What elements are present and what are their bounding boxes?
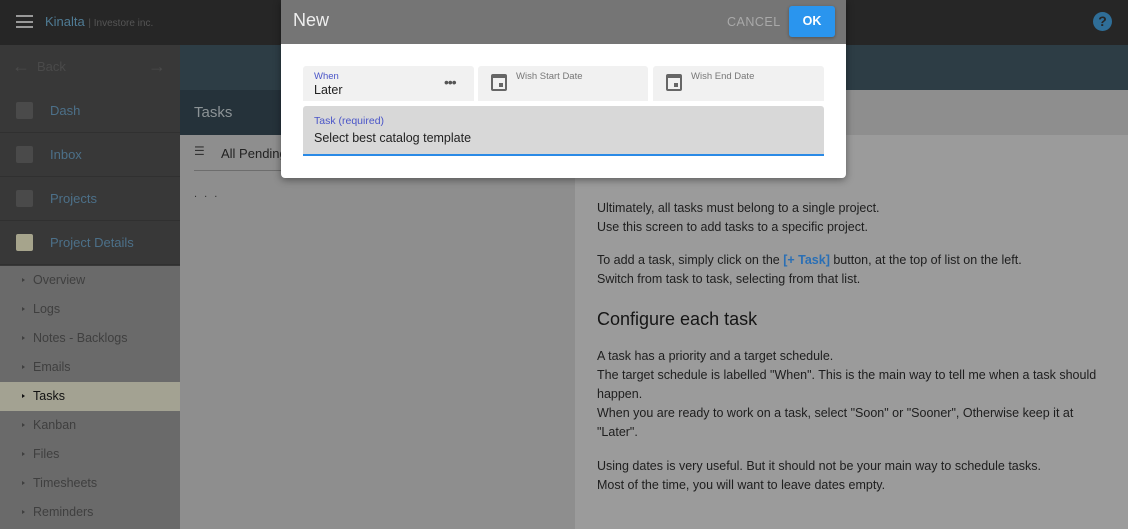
help-paragraph: To add a task, simply click on the [+ Ta… xyxy=(597,253,1022,286)
subnav-emails[interactable]: Emails xyxy=(0,353,180,382)
subnav-reminders[interactable]: Reminders xyxy=(0,498,180,527)
back-button[interactable]: Back xyxy=(37,59,66,74)
dialog-header: New CANCEL OK xyxy=(281,0,846,44)
arrow-left-icon[interactable]: ← xyxy=(12,56,30,77)
wish-start-date-label: Wish Start Date xyxy=(516,71,583,82)
checklist-icon xyxy=(16,234,33,251)
wish-end-date-field[interactable]: Wish End Date xyxy=(653,66,824,101)
new-task-dialog: New CANCEL OK When Later ••• Wish Start … xyxy=(281,0,846,178)
nav-label: Project Details xyxy=(50,235,134,250)
account-box-icon xyxy=(16,102,33,119)
section-heading: Configure each task xyxy=(597,309,758,329)
arrow-right-icon[interactable]: → xyxy=(148,56,166,77)
nav-label: Projects xyxy=(50,191,97,206)
calendar-icon[interactable] xyxy=(491,74,507,91)
subnav-logs[interactable]: Logs xyxy=(0,295,180,324)
help-circle-icon[interactable]: ? xyxy=(1093,12,1112,31)
wish-end-date-label: Wish End Date xyxy=(691,71,755,82)
subnav-kanban[interactable]: Kanban xyxy=(0,411,180,440)
filter-value: All Pending xyxy=(221,146,287,161)
project-subnav: Overview Logs Notes - Backlogs Emails Ta… xyxy=(0,266,180,529)
nav-label: Inbox xyxy=(50,147,82,162)
task-list-placeholder: . . . xyxy=(194,188,220,200)
when-field[interactable]: When Later ••• xyxy=(303,66,474,101)
brand: Kinalta | Investore inc. xyxy=(45,14,154,29)
cancel-button[interactable]: CANCEL xyxy=(727,15,781,29)
sidebar: ← Back → Dash Inbox Projects Project Det… xyxy=(0,45,180,529)
add-task-link[interactable]: [+ Task] xyxy=(783,253,830,267)
when-value: Later xyxy=(314,83,343,97)
subnav-timesheets[interactable]: Timesheets xyxy=(0,469,180,498)
ok-button[interactable]: OK xyxy=(789,6,835,37)
sidebar-item-dash[interactable]: Dash xyxy=(0,89,180,133)
more-horizontal-icon[interactable]: ••• xyxy=(444,74,457,90)
dialog-title: New xyxy=(293,10,330,30)
subnav-notes-backlogs[interactable]: Notes - Backlogs xyxy=(0,324,180,353)
wish-start-date-field[interactable]: Wish Start Date xyxy=(478,66,648,101)
filter-search-icon: ☰ xyxy=(194,144,205,158)
org-name: Investore inc. xyxy=(93,18,154,29)
help-paragraph: Ultimately, all tasks must belong to a s… xyxy=(597,201,880,234)
subnav-overview[interactable]: Overview xyxy=(0,266,180,295)
list-icon xyxy=(16,190,33,207)
filter-select[interactable]: ☰ All Pending xyxy=(194,143,294,171)
help-paragraph: Using dates is very useful. But it shoul… xyxy=(597,459,1041,492)
task-label: Task (required) xyxy=(314,115,385,127)
subnav-tasks[interactable]: Tasks xyxy=(0,382,180,411)
back-row: ← Back → xyxy=(0,45,180,89)
hamburger-menu-icon[interactable] xyxy=(16,15,33,28)
task-value: Select best catalog template xyxy=(314,131,472,145)
app-title: Kinalta xyxy=(45,14,85,29)
subnav-files[interactable]: Files xyxy=(0,440,180,469)
inbox-icon xyxy=(16,146,33,163)
help-paragraph: A task has a priority and a target sched… xyxy=(597,349,1097,439)
sidebar-item-project-details[interactable]: Project Details xyxy=(0,221,180,265)
sidebar-item-inbox[interactable]: Inbox xyxy=(0,133,180,177)
sidebar-item-projects[interactable]: Projects xyxy=(0,177,180,221)
task-input[interactable]: Task (required) Select best catalog temp… xyxy=(303,106,824,156)
nav-label: Dash xyxy=(50,103,81,118)
calendar-icon[interactable] xyxy=(666,74,682,91)
help-panel: Ultimately, all tasks must belong to a s… xyxy=(575,135,1128,529)
when-label: When xyxy=(314,71,339,82)
